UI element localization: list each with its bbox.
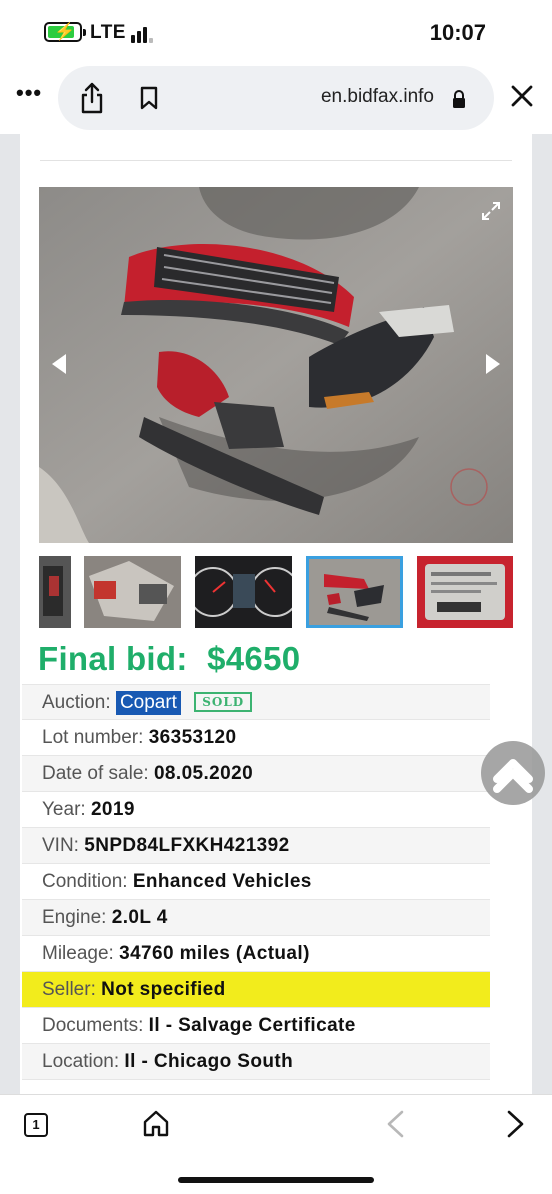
spec-row: Condition: Enhanced Vehicles [22, 864, 490, 900]
spec-row: Year: 2019 [22, 792, 490, 828]
final-bid: Final bid: $4650 [38, 640, 300, 678]
tabs-icon[interactable]: 1 [24, 1113, 48, 1137]
spec-row: Documents: Il - Salvage Certificate [22, 1008, 490, 1044]
spec-row-partial [22, 1080, 490, 1094]
battery-icon: ⚡ [44, 22, 86, 42]
auction-link[interactable]: Copart [115, 691, 181, 715]
main-vehicle-photo[interactable] [39, 187, 513, 543]
spec-label: Condition: [42, 871, 128, 892]
thumbnail[interactable] [417, 556, 513, 628]
home-icon[interactable] [142, 1109, 170, 1137]
spec-label: Location: [42, 1051, 120, 1072]
charging-bolt-icon: ⚡ [54, 22, 76, 41]
browser-toolbar: ••• en.bidfax.info [0, 62, 552, 134]
thumbnail[interactable] [84, 556, 181, 628]
spec-label: Mileage: [42, 943, 114, 964]
next-photo-icon[interactable] [485, 353, 501, 375]
spec-value: Il - Salvage Certificate [148, 1015, 356, 1036]
spec-row: Date of sale: 08.05.2020 [22, 756, 490, 792]
sold-badge: SOLD [194, 692, 253, 712]
share-icon[interactable] [80, 82, 104, 114]
spec-value: Not specified [101, 979, 226, 1000]
spec-label: VIN: [42, 835, 79, 856]
spec-value: 36353120 [148, 727, 237, 748]
browser-bottom-bar: 1 [0, 1094, 552, 1194]
spec-value: 5NPD84LFXKH421392 [84, 835, 290, 856]
spec-value: 34760 miles (Actual) [119, 943, 310, 964]
bookmark-icon[interactable] [140, 86, 158, 110]
spec-label: Engine: [42, 907, 107, 928]
photo-thumbnail-strip [39, 556, 513, 628]
spec-value: 2.0L 4 [111, 907, 168, 928]
status-time: 10:07 [429, 20, 486, 45]
thumbnail[interactable] [195, 556, 292, 628]
address-bar[interactable]: en.bidfax.info [58, 66, 494, 130]
close-icon[interactable] [510, 84, 534, 108]
spec-label: Date of sale: [42, 763, 149, 784]
scroll-to-top-button[interactable] [481, 741, 545, 805]
final-bid-label: Final bid: [38, 640, 188, 677]
spec-value: Enhanced Vehicles [132, 871, 312, 892]
thumbnail[interactable] [39, 556, 71, 628]
forward-icon[interactable] [506, 1109, 526, 1139]
previous-photo-icon[interactable] [51, 353, 67, 375]
spec-row: Engine: 2.0L 4 [22, 900, 490, 936]
spec-label: Documents: [42, 1015, 144, 1036]
divider [40, 160, 512, 161]
more-menu-icon[interactable]: ••• [16, 80, 42, 106]
spec-value: Il - Chicago South [124, 1051, 294, 1072]
spec-row: Mileage: 34760 miles (Actual) [22, 936, 490, 972]
spec-label: Auction: [42, 692, 111, 713]
spec-value: 2019 [90, 799, 135, 820]
photo-damaged-bumper [39, 187, 513, 543]
spec-label: Seller: [42, 979, 96, 1000]
thumbnail-active[interactable] [306, 556, 403, 628]
chevron-up-icon [493, 759, 533, 793]
lock-icon [453, 90, 465, 108]
spec-row: VIN: 5NPD84LFXKH421392 [22, 828, 490, 864]
spec-label: Year: [42, 799, 86, 820]
back-icon[interactable] [385, 1109, 405, 1139]
spec-row: Lot number: 36353120 [22, 720, 490, 756]
spec-row-auction: Auction: Copart SOLD [22, 684, 490, 720]
vehicle-spec-table: Auction: Copart SOLD Lot number: 3635312… [22, 684, 490, 1094]
spec-row: Location: Il - Chicago South [22, 1044, 490, 1080]
network-type: LTE [90, 22, 126, 43]
final-bid-value: $4650 [207, 640, 301, 677]
web-page: Final bid: $4650 Auction: Copart SOLD Lo… [0, 134, 552, 1094]
url-text[interactable]: en.bidfax.info [321, 86, 434, 108]
signal-bars-icon [131, 25, 157, 43]
status-bar: ⚡ LTE 10:07 [0, 0, 552, 62]
spec-row-seller: Seller: Not specified [22, 972, 490, 1008]
expand-icon[interactable] [481, 201, 501, 221]
home-indicator [178, 1177, 374, 1183]
spec-value: 08.05.2020 [153, 763, 254, 784]
spec-label: Lot number: [42, 727, 144, 748]
